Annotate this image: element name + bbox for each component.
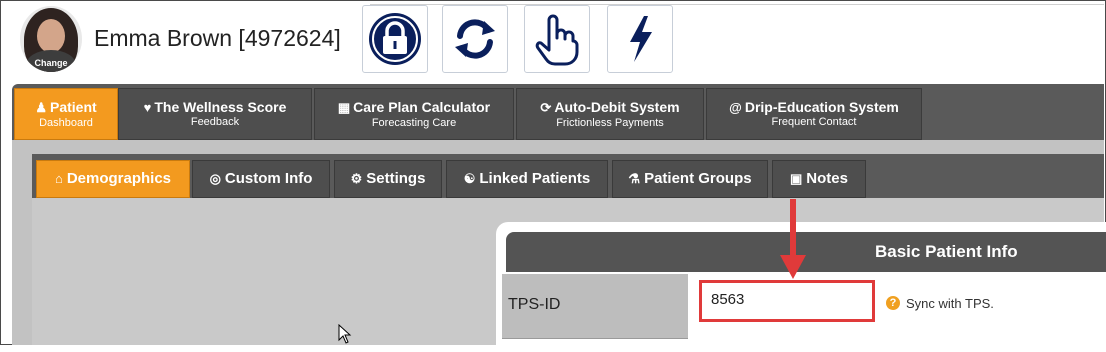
avatar[interactable]: Change <box>20 6 82 72</box>
sub-nav: ⌂ Demographics ◎ Custom Info ⚙ Settings ☯ Li… <box>32 154 1104 198</box>
help-icon[interactable]: ? <box>886 296 900 310</box>
hand-pointer-icon <box>535 14 579 66</box>
flask-icon: ⚗ <box>628 171 641 186</box>
bullseye-icon: ◎ <box>209 171 221 186</box>
tab-title: Auto-Debit System <box>554 99 680 115</box>
lightning-button[interactable] <box>607 5 673 73</box>
tab-title: Care Plan Calculator <box>353 99 491 115</box>
tab-wellness-score[interactable]: ♥ The Wellness Score Feedback <box>118 88 312 140</box>
tps-id-label: TPS-ID <box>508 296 561 313</box>
pointer-button[interactable] <box>524 5 590 73</box>
lock-icon <box>369 13 421 65</box>
annotation-arrow-icon <box>780 199 806 279</box>
tab-title: Drip-Education System <box>744 99 899 115</box>
tab-auto-debit[interactable]: ⟳ Auto-Debit System Frictionless Payments <box>516 88 704 140</box>
tab-drip-education[interactable]: @ Drip-Education System Frequent Contact <box>706 88 922 140</box>
tab-care-plan-calculator[interactable]: ▦ Care Plan Calculator Forecasting Care <box>314 88 514 140</box>
tab-demographics[interactable]: ⌂ Demographics <box>36 160 190 198</box>
home-icon: ⌂ <box>54 171 63 186</box>
lightning-icon <box>630 16 652 62</box>
at-icon: @ <box>729 100 742 115</box>
refresh-icon <box>455 19 495 59</box>
avatar-change-label[interactable]: Change <box>20 58 82 68</box>
main-nav: ♟ Patient Dashboard ♥ The Wellness Score F… <box>12 84 1104 140</box>
tab-settings[interactable]: ⚙ Settings <box>334 160 442 198</box>
tab-linked-patients[interactable]: ☯ Linked Patients <box>446 160 608 198</box>
tab-subtitle: Forecasting Care <box>371 117 457 129</box>
tab-patient-dashboard[interactable]: ♟ Patient Dashboard <box>14 88 118 140</box>
sync-icon: ⟳ <box>540 100 552 115</box>
tps-id-input[interactable] <box>711 291 861 308</box>
mouse-cursor-icon <box>338 324 352 344</box>
tab-notes[interactable]: ▣ Notes <box>772 160 866 198</box>
refresh-button[interactable] <box>442 5 508 73</box>
calculator-icon: ▦ <box>337 100 351 115</box>
tab-custom-info[interactable]: ◎ Custom Info <box>192 160 330 198</box>
lock-button[interactable] <box>362 5 428 73</box>
tab-title: Patient <box>49 99 97 115</box>
user-icon: ♟ <box>35 100 47 115</box>
tab-subtitle: Frequent Contact <box>771 116 857 128</box>
tps-id-field[interactable] <box>699 280 875 322</box>
gear-icon: ⚙ <box>350 171 363 186</box>
tab-subtitle: Frictionless Payments <box>556 117 664 129</box>
tab-subtitle: Dashboard <box>39 117 93 129</box>
tab-subtitle: Feedback <box>190 116 240 128</box>
tab-patient-groups[interactable]: ⚗ Patient Groups <box>612 160 768 198</box>
note-icon: ▣ <box>790 171 803 186</box>
patient-name: Emma Brown [4972624] <box>94 25 341 51</box>
tab-title: The Wellness Score <box>154 99 287 115</box>
users-icon: ☯ <box>463 171 476 186</box>
sync-help-text: Sync with TPS. <box>906 296 994 311</box>
card-title: Basic Patient Info <box>875 242 1018 261</box>
heartbeat-icon: ♥ <box>143 100 152 115</box>
